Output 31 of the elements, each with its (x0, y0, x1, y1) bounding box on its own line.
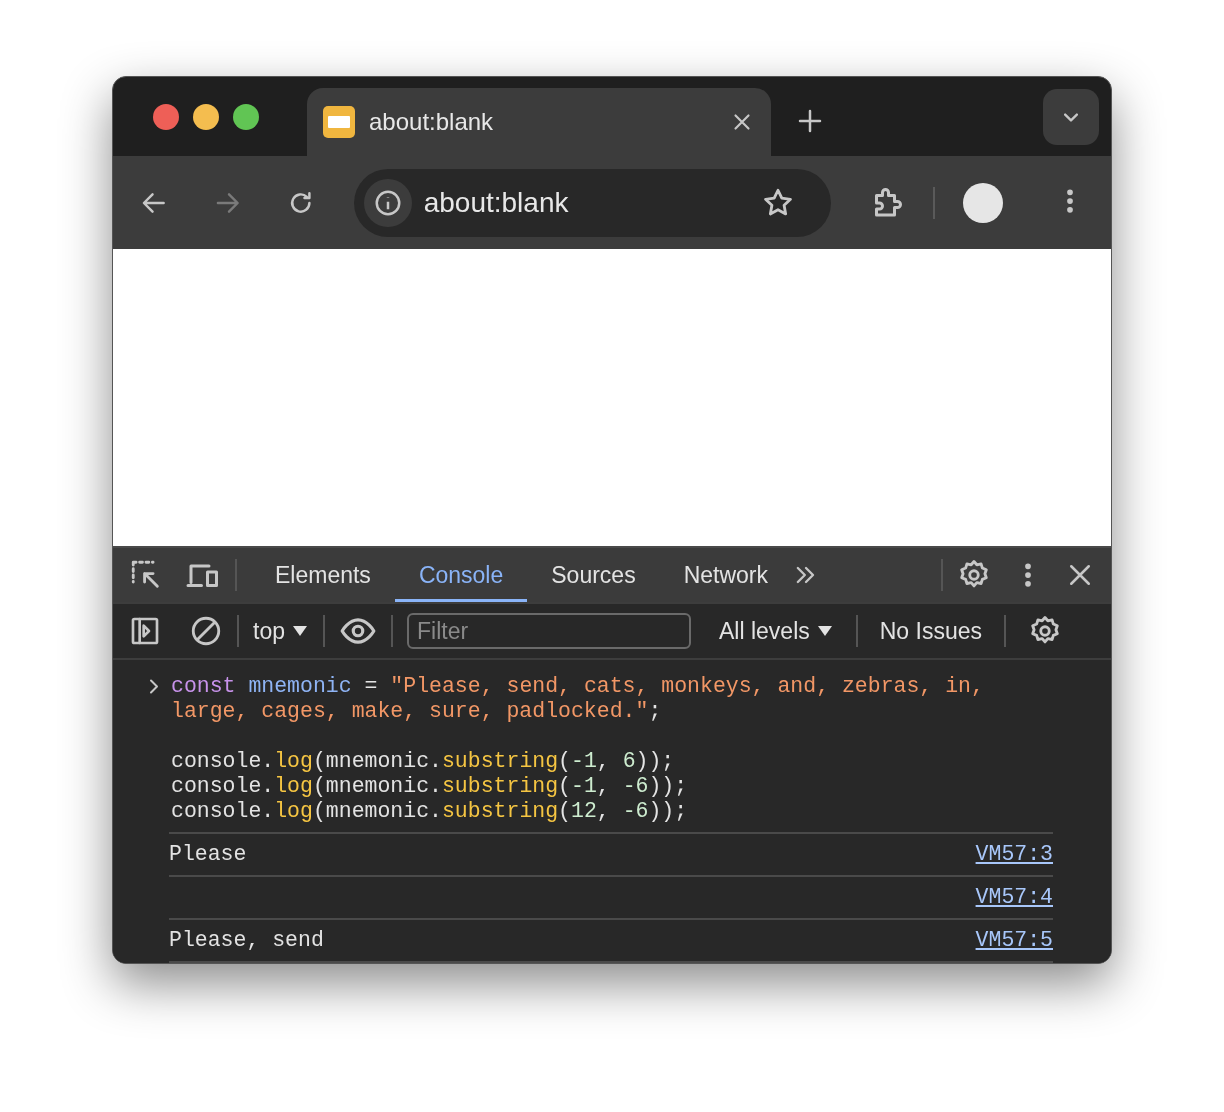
close-window-button[interactable] (153, 103, 179, 130)
devtools-tab[interactable]: Elements (251, 548, 395, 602)
chevron-down-icon (1064, 112, 1078, 122)
source-link[interactable]: VM57:5 (975, 928, 1053, 953)
source-link[interactable]: VM57:3 (975, 842, 1053, 867)
code-line: console.log(mnemonic.substring(-1, -6)); (171, 774, 689, 799)
source-link[interactable]: VM57:4 (975, 885, 1053, 910)
profile-avatar[interactable] (963, 182, 1003, 223)
address-bar[interactable]: about:blank (353, 168, 831, 237)
clear-console-icon[interactable] (189, 614, 223, 648)
browser-tab[interactable]: about:blank (307, 88, 771, 157)
code-line: const mnemonic = "Please, send, cats, monkeys, and, zebras, in, large, cages, make, sure, padlocked."; (171, 674, 985, 724)
devtools-tab[interactable]: Sources (527, 548, 660, 602)
zoom-window-button[interactable] (233, 103, 259, 130)
code-line: console.log(mnemonic.substring(-1, 6)); (171, 749, 676, 774)
tab-title: about:blank (369, 108, 495, 137)
log-levels-dropdown[interactable]: All levels (719, 617, 834, 645)
filter-field[interactable]: Filter (407, 613, 691, 649)
code-line: console.log(mnemonic.substring(12, -6)); (171, 799, 689, 824)
address-text: about:blank (423, 186, 570, 219)
sidebar-toggle-icon[interactable] (129, 615, 161, 647)
log-message: Please, send (169, 928, 324, 953)
info-icon[interactable] (363, 178, 412, 227)
issues-button[interactable]: No Issues (879, 617, 982, 645)
log-message: Please (169, 842, 247, 867)
caret-icon (291, 624, 309, 638)
devtools-tab[interactable]: Network (659, 548, 792, 602)
minimize-window-button[interactable] (193, 103, 219, 130)
context-dropdown[interactable]: top (253, 617, 309, 645)
page-icon (323, 106, 355, 139)
caret-icon (815, 624, 834, 638)
